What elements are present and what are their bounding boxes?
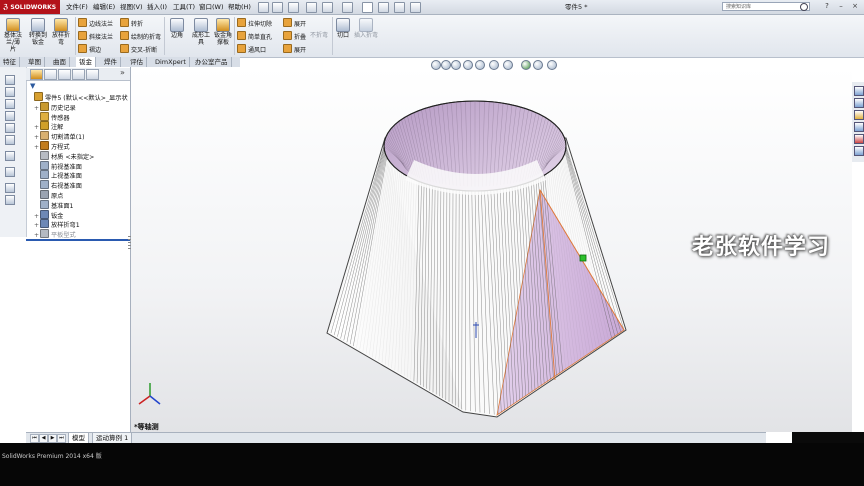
scene-icon[interactable]: [533, 60, 543, 70]
prev-tab-icon[interactable]: ◀: [39, 434, 48, 443]
first-tab-icon[interactable]: ⏮: [30, 434, 39, 443]
next-tab-icon[interactable]: ▶: [48, 434, 57, 443]
task-pane-icon[interactable]: [854, 146, 864, 156]
appearance-icon[interactable]: [521, 60, 531, 70]
task-pane-icon[interactable]: [854, 122, 864, 132]
selection-cursor-icon: [579, 254, 587, 262]
view-orientation-icon[interactable]: [475, 60, 485, 70]
view-triad-icon: [138, 383, 161, 405]
zoom-to-fit-icon[interactable]: [431, 60, 441, 70]
task-pane-icon[interactable]: [854, 98, 864, 108]
zoom-area-icon[interactable]: [441, 60, 451, 70]
task-pane-icon[interactable]: [854, 134, 864, 144]
previous-view-icon[interactable]: [451, 60, 461, 70]
section-view-icon[interactable]: [463, 60, 473, 70]
bottom-tabs: ⏮ ◀ ▶ ⏭ 模型 运动算例 1: [26, 432, 766, 444]
hide-show-icon[interactable]: [503, 60, 513, 70]
status-text: SolidWorks Premium 2014 x64 版: [2, 453, 102, 460]
view-settings-icon[interactable]: [547, 60, 557, 70]
view-orientation-label: *等轴测: [134, 423, 159, 431]
task-pane-icon[interactable]: [854, 110, 864, 120]
task-pane-icon[interactable]: [854, 86, 864, 96]
display-style-icon[interactable]: [489, 60, 499, 70]
task-pane-strip: [852, 82, 864, 162]
watermark: 老张软件学习: [692, 235, 831, 260]
last-tab-icon[interactable]: ⏭: [57, 434, 66, 443]
status-bar: [0, 443, 864, 486]
